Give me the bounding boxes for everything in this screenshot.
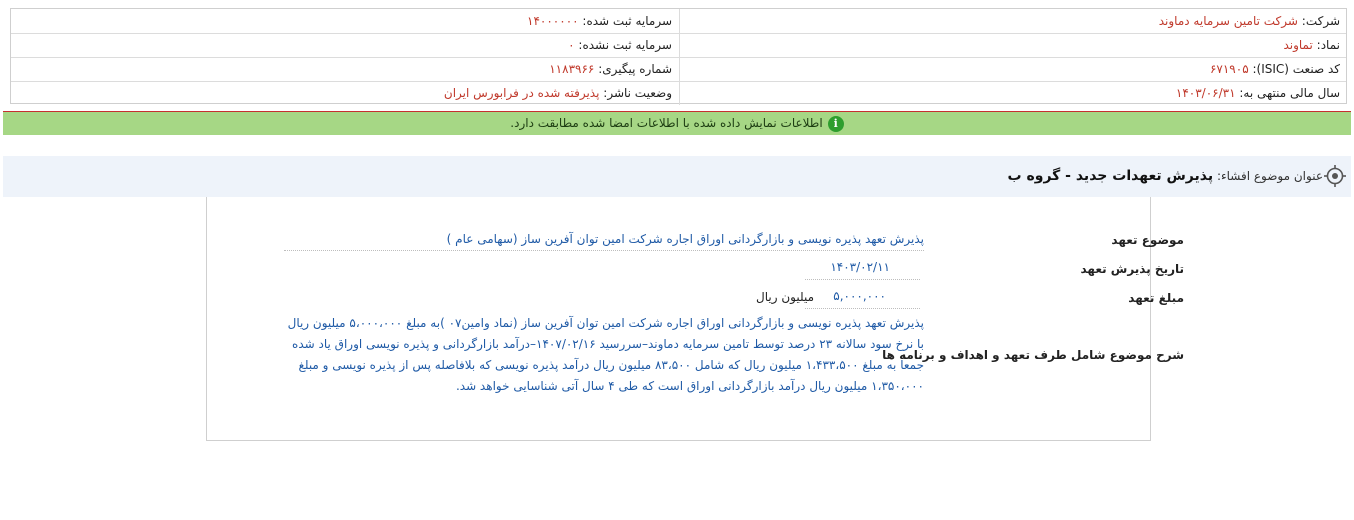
unregistered-capital-label: سرمایه ثبت نشده:: [578, 38, 672, 52]
info-icon: i: [827, 115, 844, 132]
date-underline: [805, 279, 920, 280]
fiscal-year-cell: سال مالی منتهی به: ۱۴۰۳/۰۶/۳۱: [1176, 81, 1340, 105]
verification-status-text: اطلاعات نمایش داده شده با اطلاعات امضا ش…: [510, 116, 823, 130]
date-label: تاریخ پذیرش تعهد: [1080, 262, 1184, 276]
symbol-cell: نماد: تماوند: [1283, 33, 1340, 57]
verification-status: i اطلاعات نمایش داده شده با اطلاعات امضا …: [3, 112, 1351, 135]
publisher-status-cell: وضعیت ناشر: پذیرفته شده در فرابورس ایران: [444, 81, 672, 105]
info-row-isic: کد صنعت (ISIC): ۶۷۱۹۰۵ شماره پیگیری: ۱۱۸…: [11, 57, 1346, 82]
description-label: شرح موضوع شامل طرف تعهد و اهداف و برنامه…: [882, 348, 1184, 362]
publisher-status-value: پذیرفته شده در فرابورس ایران: [443, 86, 600, 100]
isic-cell: کد صنعت (ISIC): ۶۷۱۹۰۵: [1210, 57, 1340, 81]
amount-unit: میلیون ریال: [756, 290, 814, 304]
symbol-value: تماوند: [1283, 38, 1313, 52]
unregistered-capital-value: ۰: [568, 38, 575, 52]
topic-label: موضوع تعهد: [1111, 233, 1184, 247]
amount-value: ۵,۰۰۰,۰۰۰: [833, 289, 886, 303]
registered-capital-value: ۱۴۰۰۰۰۰۰: [527, 14, 579, 28]
unregistered-capital-cell: سرمایه ثبت نشده: ۰: [568, 33, 672, 57]
symbol-label: نماد:: [1316, 38, 1340, 52]
subject-title: پذیرش تعهدات جدید - گروه ب: [1007, 168, 1214, 184]
fiscal-year-label: سال مالی منتهی به:: [1239, 86, 1340, 100]
topic-underline: [284, 250, 924, 251]
info-row-company: شرکت: شرکت تامین سرمایه دماوند سرمایه ثب…: [11, 9, 1346, 34]
column-divider: [679, 81, 680, 105]
tracking-value: ۱۱۸۳۹۶۶: [549, 62, 595, 76]
column-divider: [679, 57, 680, 81]
topic-value: پذیرش تعهد پذیره نویسی و بازارگردانی اور…: [446, 232, 924, 246]
column-divider: [679, 33, 680, 57]
info-row-symbol: نماد: تماوند سرمایه ثبت نشده: ۰: [11, 33, 1346, 58]
subject-bar: عنوان موضوع افشاء: پذیرش تعهدات جدید - گ…: [3, 156, 1351, 197]
verification-status-bar: i اطلاعات نمایش داده شده با اطلاعات امضا …: [3, 111, 1351, 135]
publisher-status-label: وضعیت ناشر:: [603, 86, 672, 100]
description-value: پذیرش تعهد پذیره نویسی و بازارگردانی اور…: [287, 316, 924, 393]
company-cell: شرکت: شرکت تامین سرمایه دماوند: [1159, 9, 1340, 33]
date-value: ۱۴۰۳/۰۲/۱۱: [830, 260, 890, 274]
subject-label: عنوان موضوع افشاء:: [1216, 169, 1323, 183]
column-divider: [679, 9, 680, 33]
subject-heading: عنوان موضوع افشاء: پذیرش تعهدات جدید - گ…: [1008, 156, 1323, 197]
tracking-label: شماره پیگیری:: [598, 62, 672, 76]
fiscal-year-value: ۱۴۰۳/۰۶/۳۱: [1175, 86, 1236, 100]
company-info-table: شرکت: شرکت تامین سرمایه دماوند سرمایه ثب…: [10, 8, 1347, 105]
info-row-fiscal: سال مالی منتهی به: ۱۴۰۳/۰۶/۳۱ وضعیت ناشر…: [11, 81, 1346, 105]
amount-label: مبلغ تعهد: [1128, 291, 1184, 305]
company-label: شرکت:: [1301, 14, 1340, 28]
target-icon: [1324, 165, 1346, 187]
isic-label: کد صنعت (ISIC):: [1252, 62, 1340, 76]
registered-capital-cell: سرمایه ثبت شده: ۱۴۰۰۰۰۰۰: [527, 9, 672, 33]
company-value: شرکت تامین سرمایه دماوند: [1158, 14, 1298, 28]
tracking-cell: شماره پیگیری: ۱۱۸۳۹۶۶: [549, 57, 672, 81]
isic-value: ۶۷۱۹۰۵: [1209, 62, 1249, 76]
registered-capital-label: سرمایه ثبت شده:: [582, 14, 672, 28]
amount-underline: [805, 308, 920, 309]
